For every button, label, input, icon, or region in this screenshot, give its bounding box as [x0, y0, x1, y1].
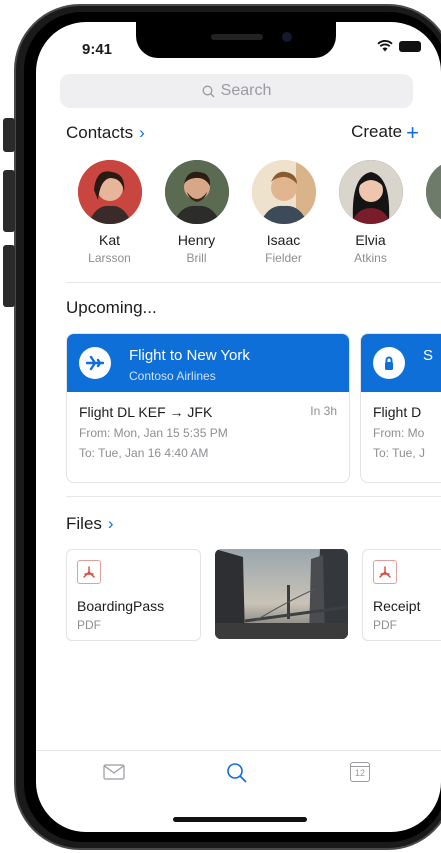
contact-last-name: Atkins — [354, 251, 387, 265]
upcoming-cards: Flight to New York Contoso Airlines Flig… — [66, 333, 441, 483]
contacts-title: Contacts — [66, 123, 134, 142]
status-icons — [377, 40, 421, 52]
flight-to: To: Tue, Jan 16 4:40 AM — [79, 446, 209, 460]
wifi-icon — [377, 40, 393, 52]
avatar — [251, 160, 316, 224]
search-icon — [202, 85, 215, 97]
divider — [66, 282, 441, 283]
search-icon — [227, 763, 247, 783]
mute-switch — [3, 118, 15, 152]
create-button[interactable]: Create + — [351, 119, 419, 145]
contact-first-name: Isaac — [266, 232, 301, 248]
calendar-icon: 12 — [350, 762, 370, 782]
card-subtitle: Contoso Airlines — [129, 369, 216, 383]
card-header: Flight to New York Contoso Airlines — [67, 334, 349, 392]
plus-icon: + — [406, 119, 419, 145]
speaker — [211, 34, 263, 40]
contact-item[interactable]: Kat Larsson — [66, 160, 153, 265]
tab-bar-divider — [36, 750, 441, 751]
flight-card[interactable]: S Flight D From: Mo To: Tue, J — [360, 333, 441, 483]
front-camera — [282, 32, 292, 42]
file-item[interactable]: Receipt PDF — [362, 549, 441, 641]
contacts-row: Kat Larsson Henry Brill Isaac Fielder El… — [66, 160, 441, 265]
airplane-icon — [79, 347, 111, 379]
chevron-right-icon: › — [139, 123, 145, 142]
search-placeholder: Search — [220, 82, 272, 99]
avatar — [338, 160, 403, 224]
pdf-icon — [373, 560, 397, 584]
file-type: PDF — [77, 618, 101, 632]
status-time: 9:41 — [82, 41, 113, 58]
flight-card[interactable]: Flight to New York Contoso Airlines Flig… — [66, 333, 350, 483]
avatar — [425, 160, 441, 224]
card-title: S — [423, 347, 434, 364]
avatar — [164, 160, 229, 224]
contact-first-name: Elvia — [355, 232, 386, 248]
flight-from: From: Mon, Jan 15 5:35 PM — [79, 426, 228, 440]
search-input[interactable]: Search — [60, 74, 413, 108]
divider — [66, 496, 441, 497]
volume-up-button — [3, 170, 15, 232]
tab-mail[interactable] — [103, 764, 125, 785]
file-item[interactable]: BoardingPass PDF — [66, 549, 201, 641]
image-file-thumbnail[interactable] — [215, 549, 348, 639]
chevron-right-icon: › — [107, 514, 114, 533]
file-name: BoardingPass — [77, 598, 165, 614]
time-until: In 3h — [310, 404, 337, 418]
bridge-photo — [215, 549, 348, 639]
files-title: Files — [66, 514, 102, 533]
contact-first-name: Kat — [98, 232, 120, 248]
card-title: Flight to New York — [129, 347, 250, 364]
pdf-icon — [77, 560, 101, 584]
lock-icon — [373, 347, 405, 379]
flight-route: Flight D — [373, 404, 422, 420]
card-header: S — [361, 334, 441, 392]
mail-icon — [103, 764, 125, 780]
flight-to: To: Tue, J — [373, 446, 426, 460]
contact-first-name: A — [414, 232, 441, 248]
contact-item[interactable]: Isaac Fielder — [240, 160, 327, 265]
flight-route: Flight DL KEF → JFK — [79, 404, 213, 420]
files-row: BoardingPass PDF Receipt PDF — [66, 549, 441, 641]
notch — [136, 22, 336, 58]
contact-last-name: Brill — [186, 251, 207, 265]
file-name: Receipt — [373, 598, 421, 614]
contact-item[interactable]: Elvia Atkins — [327, 160, 414, 265]
card-body: Flight DL KEF → JFK In 3h From: Mon, Jan… — [67, 392, 349, 472]
volume-down-button — [3, 245, 15, 307]
phone-screen: 9:41 Search Contacts › Create + Kat Larss… — [36, 22, 441, 832]
contact-first-name: Henry — [177, 232, 216, 248]
create-label: Create — [351, 122, 403, 141]
calendar-day: 12 — [354, 768, 365, 778]
contacts-header[interactable]: Contacts › — [66, 123, 145, 143]
battery-icon — [399, 40, 421, 52]
upcoming-title: Upcoming... — [66, 298, 157, 317]
tab-calendar[interactable]: 12 — [350, 762, 370, 782]
flight-from: From: Mo — [373, 426, 425, 440]
contact-last-name: Larsson — [88, 251, 131, 265]
card-body: Flight D From: Mo To: Tue, J — [361, 392, 441, 472]
contact-item[interactable]: A — [414, 160, 441, 265]
contact-last-name: Fielder — [265, 251, 302, 265]
file-type: PDF — [373, 618, 397, 632]
avatar — [77, 160, 142, 224]
files-header[interactable]: Files › — [66, 514, 114, 534]
contact-item[interactable]: Henry Brill — [153, 160, 240, 265]
tab-search[interactable] — [226, 762, 248, 789]
home-indicator[interactable] — [173, 817, 307, 822]
